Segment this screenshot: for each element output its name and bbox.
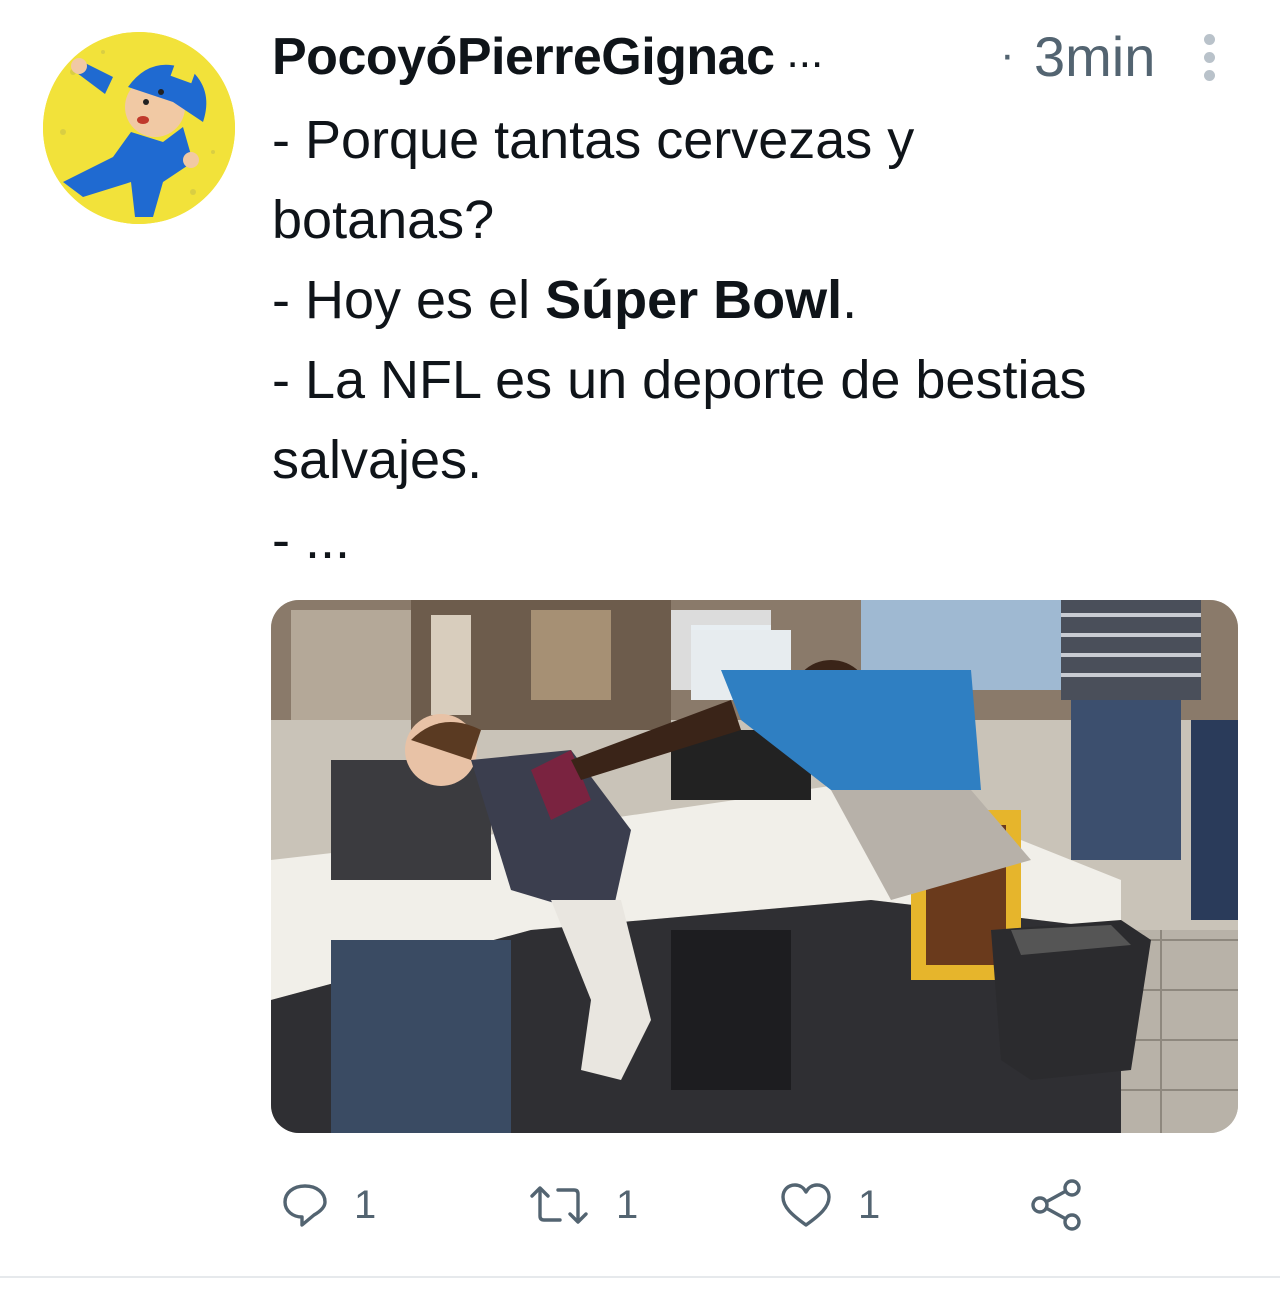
reply-button[interactable]: 1 <box>280 1170 376 1240</box>
name-truncation: ... <box>786 28 824 77</box>
tweet-text-line: botanas? <box>272 190 495 250</box>
tweet-text-line: - Porque tantas cervezas y <box>272 110 915 170</box>
reply-count: 1 <box>354 1182 377 1227</box>
store-scene-photo <box>271 600 1238 1133</box>
tweet-card[interactable]: PocoyóPierreGignac ... · 3min - Porque t… <box>0 0 1280 1304</box>
like-button[interactable]: 1 <box>778 1170 880 1240</box>
heart-icon <box>781 1183 831 1227</box>
tweet-header: PocoyóPierreGignac ... · 3min <box>272 24 1232 90</box>
retweet-button[interactable]: 1 <box>526 1170 638 1240</box>
like-count: 1 <box>858 1182 881 1227</box>
text-segment: - Hoy es el <box>272 270 546 330</box>
tweet-media-photo[interactable] <box>271 600 1238 1133</box>
pocoyo-character-icon <box>43 32 235 224</box>
text-segment: . <box>842 270 858 330</box>
tweet-text: - Porque tantas cervezas y botanas? - Ho… <box>272 100 1232 580</box>
retweet-count: 1 <box>616 1182 639 1227</box>
tweet-action-bar: 1 1 1 <box>270 1170 1170 1240</box>
share-icon <box>1031 1179 1081 1231</box>
bold-text-segment: Súper Bowl <box>545 270 843 330</box>
bottom-divider <box>0 1276 1280 1278</box>
tweet-text-line: salvajes. <box>272 430 483 490</box>
author-avatar[interactable] <box>43 32 235 224</box>
tweet-text-line: - Hoy es el Súper Bowl. <box>272 260 1232 340</box>
share-button[interactable] <box>1028 1170 1084 1240</box>
tweet-timestamp[interactable]: 3min <box>1034 24 1155 89</box>
author-display-name[interactable]: PocoyóPierreGignac <box>272 27 775 87</box>
retweet-icon <box>530 1186 588 1224</box>
reply-icon <box>283 1184 327 1227</box>
more-vertical-icon[interactable] <box>1198 30 1222 86</box>
header-separator: · <box>1000 30 1015 79</box>
tweet-text-line: - ... <box>272 510 350 570</box>
tweet-text-line: - La NFL es un deporte de bestias <box>272 350 1087 410</box>
